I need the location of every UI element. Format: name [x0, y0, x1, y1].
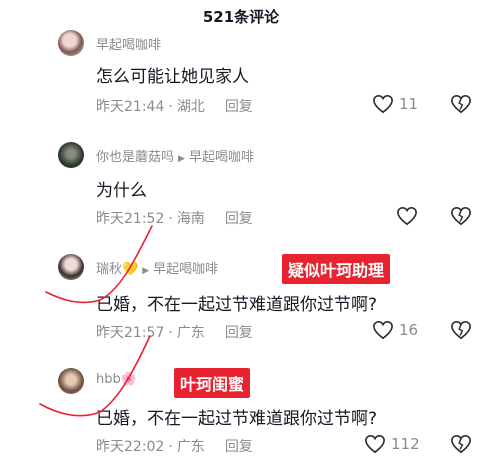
reply-button[interactable]: 回复: [225, 211, 253, 227]
comment-meta: 昨天21:57 · 广东 回复: [96, 325, 253, 341]
like-button[interactable]: 112: [364, 434, 420, 454]
dislike-button[interactable]: [450, 320, 472, 344]
reply-button[interactable]: 回复: [225, 325, 253, 341]
heart-icon: [373, 320, 393, 340]
like-count: 112: [391, 435, 420, 453]
comment-time: 昨天21:52: [96, 211, 165, 227]
comment-location: 湖北: [176, 99, 205, 115]
like-count: 16: [399, 321, 419, 339]
like-button[interactable]: [396, 206, 423, 226]
avatar[interactable]: [58, 142, 84, 168]
avatar[interactable]: [58, 368, 84, 394]
heart-icon: [397, 206, 417, 226]
comment-time: 昨天22:02: [96, 439, 165, 455]
like-button[interactable]: 11: [372, 94, 418, 114]
comment-meta: 昨天21:44 · 湖北 回复: [96, 99, 253, 115]
reply-arrow-icon: ▶: [142, 266, 150, 276]
broken-heart-icon: [451, 94, 471, 114]
reply-button[interactable]: 回复: [225, 439, 253, 455]
broken-heart-icon: [451, 434, 471, 454]
broken-heart-icon: [451, 320, 471, 340]
heart-icon: [373, 94, 393, 114]
comment-author[interactable]: 瑞秋💛 ▶ 早起喝咖啡: [96, 258, 218, 277]
broken-heart-icon: [451, 206, 471, 226]
comment-text: 怎么可能让她见家人: [96, 67, 249, 87]
comment-author[interactable]: hbb🌸: [96, 372, 137, 387]
reply-button[interactable]: 回复: [225, 99, 253, 115]
comment-meta: 昨天22:02 · 广东 回复: [96, 439, 253, 455]
comment-time: 昨天21:44: [96, 99, 165, 115]
comment-text: 已婚，不在一起过节难道跟你过节啊?: [96, 409, 378, 429]
comment-text: 为什么: [96, 181, 147, 201]
comment-time: 昨天21:57: [96, 325, 165, 341]
like-button[interactable]: 16: [372, 320, 418, 340]
dislike-button[interactable]: [450, 434, 472, 458]
comment-meta: 昨天21:52 · 海南 回复: [96, 211, 253, 227]
dislike-button[interactable]: [450, 94, 472, 118]
annotation-tag-bestie: 叶珂闺蜜: [174, 368, 251, 398]
comment-author[interactable]: 你也是蘑菇吗 ▶ 早起喝咖啡: [96, 146, 254, 165]
annotation-tag-assistant: 疑似叶珂助理: [282, 254, 391, 284]
dislike-button[interactable]: [450, 206, 472, 230]
comment-author[interactable]: 早起喝咖啡: [96, 34, 161, 53]
reply-arrow-icon: ▶: [178, 154, 185, 164]
comment-text: 已婚，不在一起过节难道跟你过节啊?: [96, 295, 378, 315]
avatar[interactable]: [58, 30, 84, 56]
heart-icon: [365, 434, 385, 454]
like-count: 11: [399, 95, 419, 113]
comment-location: 广东: [176, 439, 205, 455]
avatar[interactable]: [58, 254, 84, 280]
comment-location: 海南: [176, 211, 205, 227]
comment-location: 广东: [176, 325, 205, 341]
comments-count-title: 521条评论: [202, 8, 280, 26]
